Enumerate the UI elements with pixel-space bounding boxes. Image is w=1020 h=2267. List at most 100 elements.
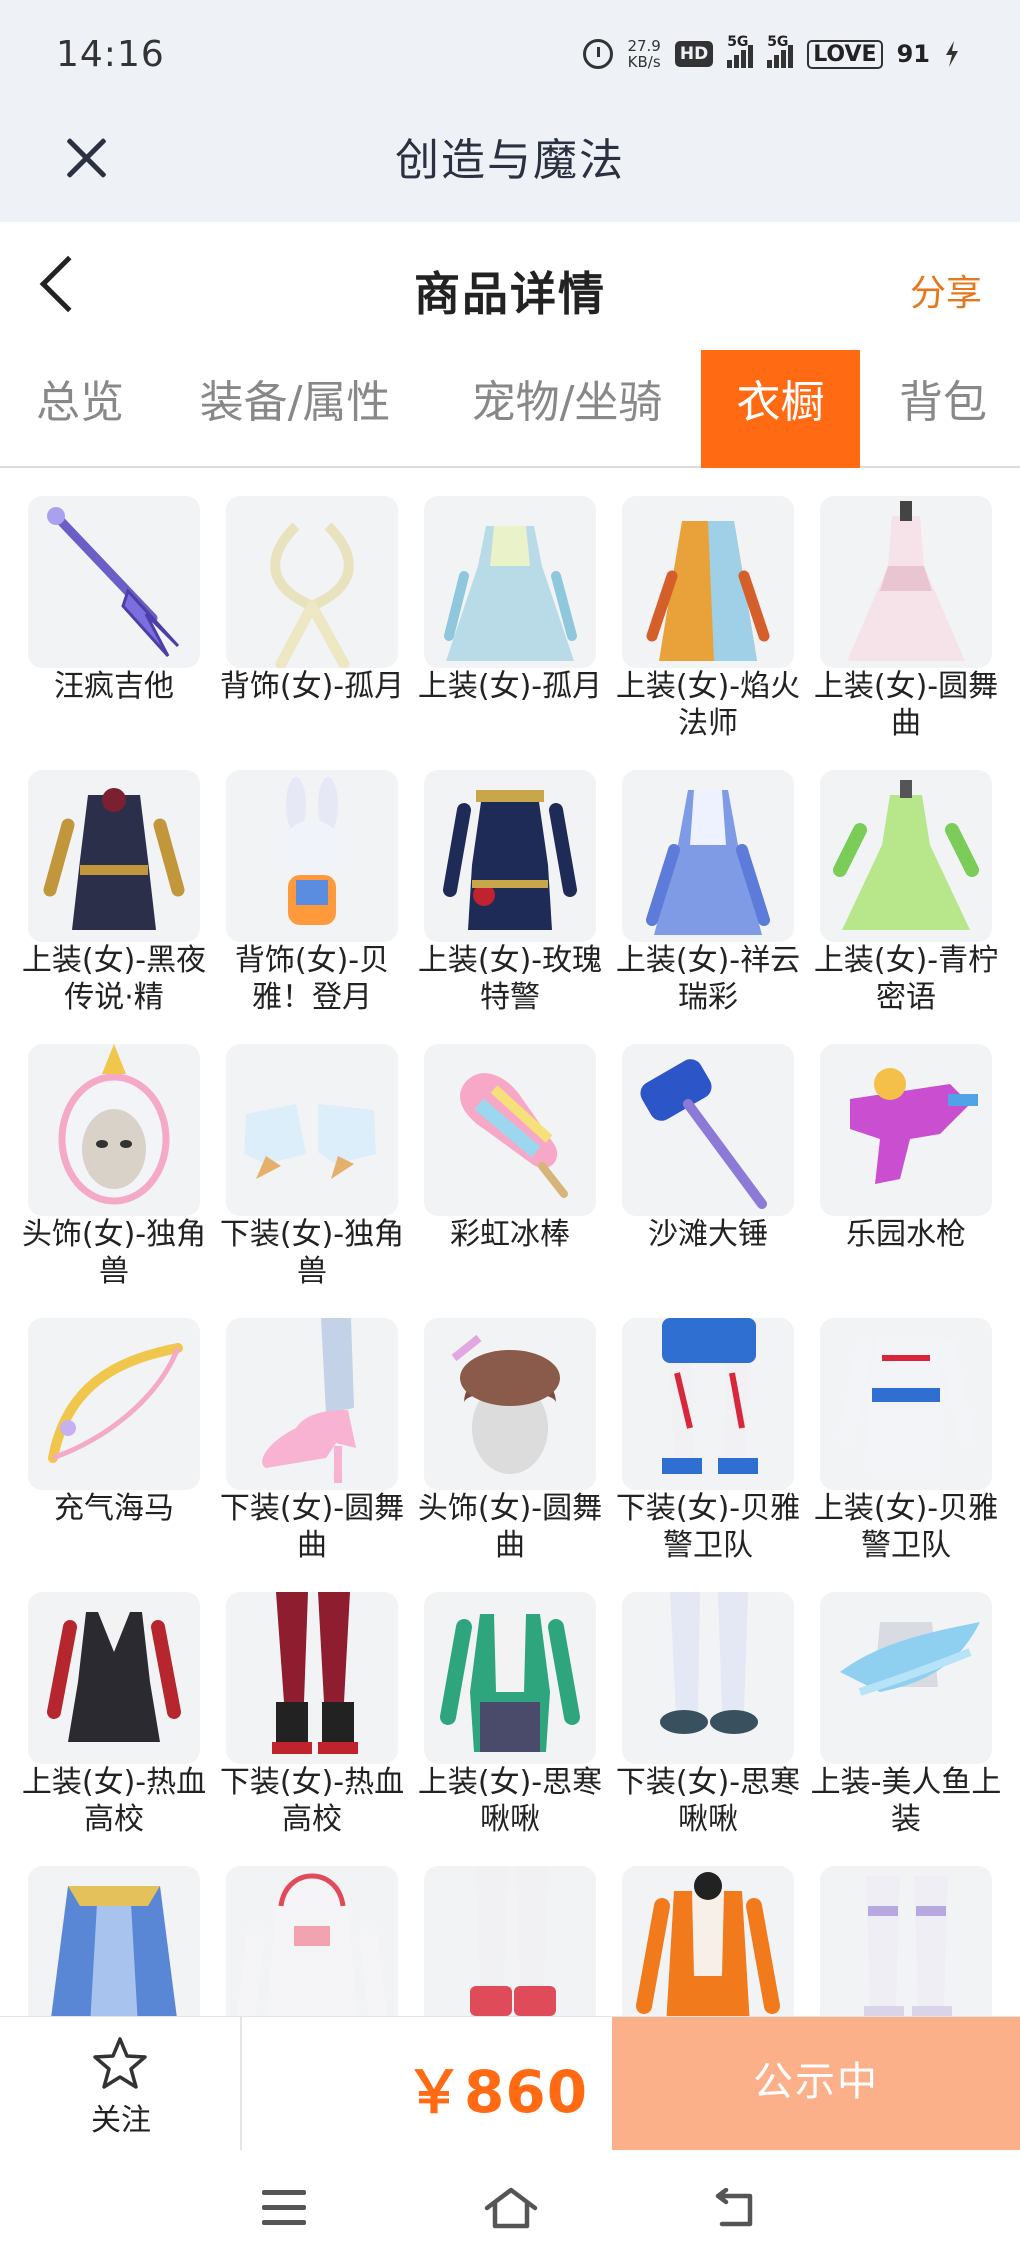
- battery-level: 91: [896, 40, 930, 68]
- item-name: 彩虹冰棒: [450, 1217, 570, 1252]
- wardrobe-item[interactable]: 上装(女)-青柠密语: [792, 770, 998, 1040]
- green-jacket-icon: [440, 1614, 580, 1752]
- item-image: [226, 1592, 398, 1764]
- item-name: 汪疯吉他: [54, 669, 174, 704]
- home-icon[interactable]: [483, 2186, 539, 2230]
- item-image: [424, 1592, 596, 1764]
- follow-button[interactable]: 关注: [0, 2017, 242, 2151]
- wardrobe-item[interactable]: 下装(女)-贝雅警卫队: [594, 1318, 800, 1588]
- item-image: [226, 1318, 398, 1490]
- wardrobe-item[interactable]: 上装(女)-圆舞曲: [792, 496, 998, 766]
- item-image: [28, 1592, 200, 1764]
- wardrobe-item[interactable]: [0, 1866, 200, 2016]
- item-name: 上装(女)-玫瑰特警: [417, 943, 603, 1015]
- wardrobe-item[interactable]: 上装(女)-孤月: [396, 496, 602, 766]
- signal-label: 5G: [727, 34, 749, 50]
- wardrobe-item[interactable]: 汪疯吉他: [0, 496, 200, 766]
- tab-overview[interactable]: 总览: [0, 350, 160, 468]
- item-image: [424, 1866, 596, 2016]
- tab-backpack[interactable]: 背包: [878, 350, 1008, 468]
- dress-blue-icon: [444, 526, 577, 661]
- item-image: [28, 1866, 200, 2016]
- wardrobe-item[interactable]: 下装(女)-思寒啾啾: [594, 1592, 800, 1862]
- item-image: [820, 1318, 992, 1490]
- wardrobe-item[interactable]: 充气海马: [0, 1318, 200, 1588]
- wardrobe-item[interactable]: 上装(女)-贝雅警卫队: [792, 1318, 998, 1588]
- tab-wardrobe[interactable]: 衣橱: [701, 350, 860, 468]
- wardrobe-item[interactable]: 上装(女)-玫瑰特警: [396, 770, 602, 1040]
- blue-cape-icon: [51, 1886, 177, 2016]
- white-armor-legs-icon: [864, 1876, 952, 2016]
- hd-icon: HD: [674, 41, 714, 67]
- tab-equipment[interactable]: 装备/属性: [180, 350, 410, 468]
- lime-dress-icon: [833, 780, 979, 930]
- wardrobe-item[interactable]: 头饰(女)-圆舞曲: [396, 1318, 602, 1588]
- white-socks-icon: [660, 1592, 758, 1734]
- return-icon[interactable]: [712, 2188, 760, 2228]
- net-speed-value: 27.9: [627, 37, 661, 55]
- guitar-icon: [47, 507, 180, 658]
- wardrobe-item[interactable]: 上装(女)-黑夜传说·精: [0, 770, 206, 1040]
- wardrobe-item[interactable]: 沙滩大锤: [594, 1044, 794, 1314]
- wardrobe-item[interactable]: 下装(女)-热血高校: [198, 1592, 404, 1862]
- bunny-icon: [282, 777, 342, 925]
- wardrobe-item[interactable]: 上装(女)-思寒啾啾: [396, 1592, 602, 1862]
- net-speed-unit: KB/s: [627, 53, 661, 71]
- item-image: [28, 770, 200, 942]
- item-name: 上装(女)-青柠密语: [813, 943, 999, 1015]
- item-image: [622, 1044, 794, 1216]
- star-icon: [93, 2037, 147, 2089]
- item-image: [226, 1866, 398, 2016]
- wardrobe-item[interactable]: 背饰(女)-孤月: [198, 496, 404, 766]
- wardrobe-item[interactable]: 上装(女)-热血高校: [0, 1592, 206, 1862]
- charging-icon: [946, 41, 958, 67]
- ribbon-back-icon: [270, 522, 354, 668]
- tab-bar: 总览 装备/属性 宠物/坐骑 衣橱 背包: [0, 350, 1020, 468]
- item-image: [820, 770, 992, 942]
- wardrobe-item[interactable]: 头饰(女)-独角兽: [0, 1044, 206, 1314]
- wardrobe-item[interactable]: 下装(女)-圆舞曲: [198, 1318, 404, 1588]
- hat-head-icon: [451, 1334, 560, 1474]
- battery-icon: LOVE: [807, 39, 883, 69]
- status-bar: 14:16 27.9 KB/s HD 5G 5G LOVE 91: [0, 0, 1020, 110]
- menu-icon[interactable]: [262, 2190, 306, 2226]
- bow-icon: [48, 1343, 183, 1463]
- mermaid-top-icon: [840, 1622, 980, 1696]
- price: ￥860: [405, 2058, 589, 2126]
- item-image: [820, 1044, 992, 1216]
- wardrobe-item[interactable]: 背饰(女)-贝雅！登月: [198, 770, 398, 1040]
- wardrobe-item[interactable]: [792, 1866, 992, 2016]
- school-jacket-icon: [47, 1612, 181, 1742]
- item-image: [226, 770, 398, 942]
- status-icons: 27.9 KB/s HD 5G 5G LOVE 91: [583, 34, 960, 74]
- wardrobe-item[interactable]: 乐园水枪: [792, 1044, 992, 1314]
- wardrobe-grid: 汪疯吉他 背饰(女)-孤月 上装(女)-孤月 上装(女)-焰火法师 上装(女)-圆舞曲上…: [0, 496, 1020, 2016]
- item-name: 沙滩大锤: [648, 1217, 768, 1252]
- item-name: 上装(女)-热血高校: [21, 1765, 207, 1837]
- item-name: 背饰(女)-贝雅！登月: [234, 943, 390, 1015]
- share-button[interactable]: 分享: [910, 264, 982, 316]
- item-image: [28, 1318, 200, 1490]
- item-name: 上装-美人鱼上装: [810, 1765, 1002, 1837]
- wardrobe-item[interactable]: [396, 1866, 596, 2016]
- wardrobe-item[interactable]: [198, 1866, 398, 2016]
- mini-app-titlebar: 创造与魔法: [0, 110, 1020, 222]
- item-image: [622, 1592, 794, 1764]
- dark-armor-icon: [43, 788, 185, 930]
- tab-pets[interactable]: 宠物/坐骑: [448, 350, 686, 468]
- wardrobe-item[interactable]: 上装(女)-焰火法师: [594, 496, 800, 766]
- cloud-robe-icon: [646, 790, 770, 935]
- wardrobe-item[interactable]: 彩虹冰棒: [396, 1044, 596, 1314]
- white-boots-icon: [470, 1866, 556, 2016]
- item-name: 头饰(女)-圆舞曲: [417, 1491, 603, 1563]
- item-image: [424, 770, 596, 942]
- wardrobe-item[interactable]: 下装(女)-独角兽: [198, 1044, 404, 1314]
- item-name: 上装(女)-祥云瑞彩: [615, 943, 801, 1015]
- item-image: [28, 496, 200, 668]
- item-name: 下装(女)-贝雅警卫队: [615, 1491, 801, 1563]
- wardrobe-item[interactable]: 上装(女)-祥云瑞彩: [594, 770, 800, 1040]
- item-image: [622, 770, 794, 942]
- wardrobe-item[interactable]: [594, 1866, 794, 2016]
- wardrobe-item[interactable]: 上装-美人鱼上装: [792, 1592, 1001, 1862]
- publicity-status-button[interactable]: 公示中: [612, 2017, 1020, 2151]
